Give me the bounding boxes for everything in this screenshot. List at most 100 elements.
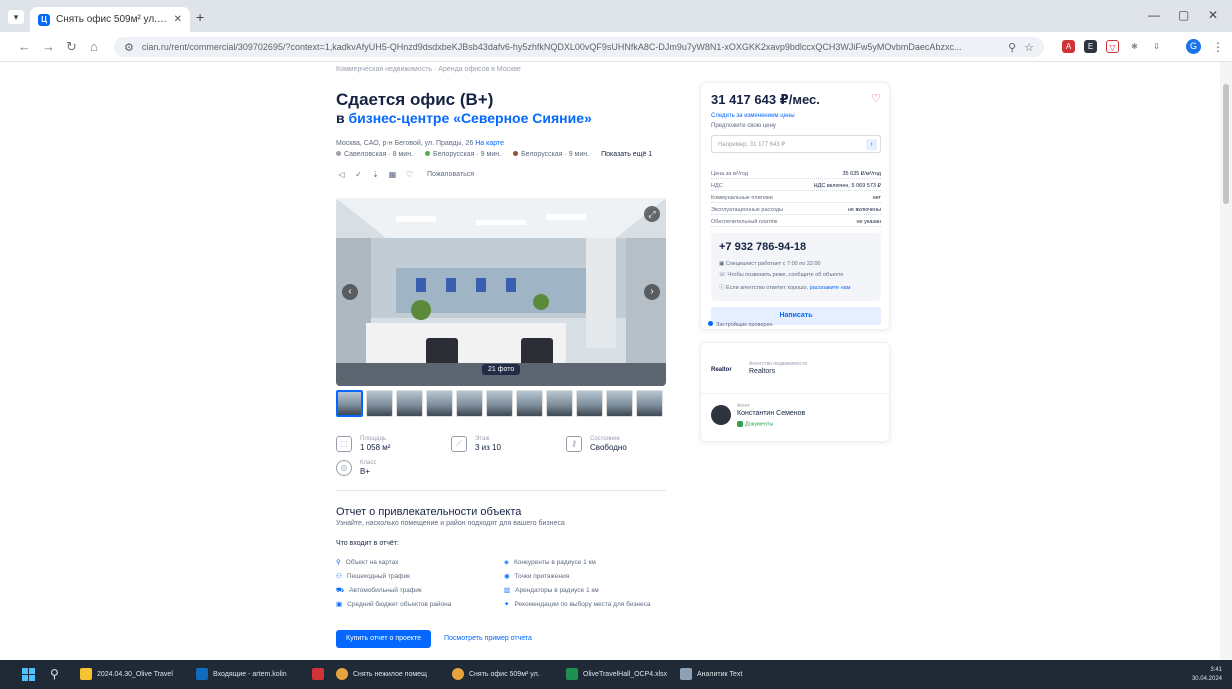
back-icon[interactable]: ← xyxy=(18,39,31,54)
close-window-icon[interactable]: ✕ xyxy=(1208,8,1218,22)
taskbar-item[interactable]: Снять нежилое помещ xyxy=(336,668,427,680)
spec-row: Эксплуатационные расходы не включены xyxy=(711,207,881,215)
title-prefix: в xyxy=(336,110,345,126)
taskbar-item[interactable]: OliveTravelHall_OCP4.xlsx xyxy=(566,668,667,680)
section-divider xyxy=(336,490,666,491)
offer-price-input[interactable]: Например, 31 177 643 ₽ › xyxy=(711,135,881,153)
metro-station[interactable]: Савеловская · 8 мин. xyxy=(336,151,413,158)
param-value: 1 058 м² xyxy=(360,443,391,452)
browser-menu-icon[interactable]: ⋮ xyxy=(1212,40,1224,54)
print-icon[interactable]: ▦ xyxy=(387,169,398,180)
metro-station[interactable]: Белорусская · 9 мин. xyxy=(425,151,501,158)
thumbnail[interactable] xyxy=(486,390,513,417)
taskbar-item[interactable]: 2024.04.30_Olive Travel xyxy=(80,668,173,680)
taskbar-item[interactable]: Снять офис 509м² ул. xyxy=(452,668,540,680)
thumbnail[interactable] xyxy=(396,390,423,417)
competitors-icon: ◈ xyxy=(504,559,509,566)
gallery-next-icon[interactable]: › xyxy=(644,284,660,300)
report-includes-label: Что входит в отчёт: xyxy=(336,540,399,547)
key-icon: ⚷ xyxy=(566,436,582,452)
gallery-prev-icon[interactable]: ‹ xyxy=(342,284,358,300)
show-more-metro[interactable]: Показать ещё 1 xyxy=(601,151,652,158)
thumbnail[interactable] xyxy=(366,390,393,417)
offer-label: Предложите свою цену xyxy=(711,123,776,129)
agency-name[interactable]: Realtors xyxy=(749,368,775,375)
agency-logo[interactable]: Realtor xyxy=(711,367,732,373)
param-label: Этаж xyxy=(475,436,490,442)
home-icon[interactable]: ⌂ xyxy=(90,39,98,54)
tab-search-icon[interactable]: ▾ xyxy=(8,10,24,24)
send-offer-icon[interactable]: › xyxy=(866,139,877,150)
maximize-icon[interactable]: ▢ xyxy=(1178,8,1189,22)
downloads-icon[interactable]: ⇩ xyxy=(1150,40,1163,53)
minimize-icon[interactable]: — xyxy=(1148,8,1160,22)
excel-icon xyxy=(566,668,578,680)
page-scrollbar[interactable] xyxy=(1220,62,1232,660)
download-icon[interactable]: ⇣ xyxy=(370,169,381,180)
breadcrumb[interactable]: Коммерческая недвижимость · Аренда офисо… xyxy=(336,66,521,73)
thumbnail[interactable] xyxy=(516,390,543,417)
reload-icon[interactable]: ↻ xyxy=(66,39,77,55)
map-link[interactable]: На карте xyxy=(475,140,504,147)
buy-report-button[interactable]: Купить отчет о проекте xyxy=(336,630,431,648)
system-clock[interactable]: 3:41 30.04.2024 xyxy=(1192,666,1222,684)
chrome-icon xyxy=(452,668,464,680)
business-center-link[interactable]: бизнес-центре «Северное Сияние» xyxy=(349,110,592,126)
tab-close-icon[interactable]: ✕ xyxy=(174,14,182,25)
tell-us-link[interactable]: расскажите нам xyxy=(810,285,851,291)
photo-count-badge[interactable]: 21 фото xyxy=(482,364,521,375)
area-icon: ⬚ xyxy=(336,436,352,452)
compare-icon[interactable]: ✓ xyxy=(353,169,364,180)
param-label: Состояние xyxy=(590,436,620,442)
complain-link[interactable]: Пожаловаться xyxy=(427,171,474,178)
thumbnail[interactable] xyxy=(546,390,573,417)
taskbar-search-icon[interactable]: ⚲ xyxy=(50,667,59,681)
scrollbar-thumb[interactable] xyxy=(1223,84,1229,204)
share-icon[interactable]: ◁ xyxy=(336,169,347,180)
site-info-icon[interactable]: ⚙ xyxy=(124,41,134,54)
taskbar-item[interactable] xyxy=(312,668,329,680)
gallery-expand-icon[interactable]: ⤢ xyxy=(644,206,660,222)
thumbnail[interactable] xyxy=(336,390,363,417)
pocket-icon[interactable]: ▽ xyxy=(1106,40,1119,53)
thumbnail[interactable] xyxy=(456,390,483,417)
thumbnail[interactable] xyxy=(636,390,663,417)
bookmark-star-icon[interactable]: ☆ xyxy=(1024,41,1034,54)
building-icon: ▥ xyxy=(504,587,511,594)
favorite-heart-icon[interactable]: ♡ xyxy=(871,92,881,105)
extension-icon[interactable]: A xyxy=(1062,40,1075,53)
thumbnail[interactable] xyxy=(606,390,633,417)
param-status: ⚷ Состояние Свободно xyxy=(566,436,627,452)
param-class: ◎ Класс B+ xyxy=(336,460,376,476)
browser-tab[interactable]: Ц Снять офис 509м² ул. Правд... ✕ xyxy=(30,7,190,32)
thumbnail[interactable] xyxy=(576,390,603,417)
status-badge: Документы xyxy=(737,421,773,427)
folder-icon xyxy=(80,668,92,680)
extension-icon[interactable]: E xyxy=(1084,40,1097,53)
page-subtitle: в бизнес-центре «Северное Сияние» xyxy=(336,110,592,126)
stairs-icon: ⟋ xyxy=(451,436,467,452)
new-tab-icon[interactable]: + xyxy=(196,9,204,25)
taskbar-item[interactable]: Аналитик Text xyxy=(680,668,742,680)
windows-start-icon[interactable] xyxy=(22,668,35,681)
taskbar-item[interactable]: Входящие - artem.kolin xyxy=(196,668,287,680)
zoom-icon[interactable]: ⚲ xyxy=(1008,41,1016,54)
agent-name[interactable]: Константин Семенов xyxy=(737,410,805,417)
site-favicon-icon: Ц xyxy=(38,13,50,26)
avatar[interactable] xyxy=(711,405,731,425)
forward-icon[interactable]: → xyxy=(42,39,55,54)
url-field[interactable]: ⚙ cian.ru/rent/commercial/309702695/?con… xyxy=(114,37,1044,57)
address-bar: ← → ↻ ⌂ ⚙ cian.ru/rent/commercial/309702… xyxy=(0,32,1232,62)
metro-station[interactable]: Белорусская · 9 мин. xyxy=(513,151,589,158)
page-content: Коммерческая недвижимость · Аренда офисо… xyxy=(0,62,1232,660)
report-example-link[interactable]: Посмотреть пример отчета xyxy=(444,635,532,642)
profile-avatar[interactable]: G xyxy=(1186,39,1201,54)
extension-puzzle-icon[interactable]: ✱ xyxy=(1128,40,1141,53)
price-tracking-link[interactable]: Следить за изменением цены xyxy=(711,113,795,119)
list-item: ◉ Точки притяжения xyxy=(504,573,570,580)
favorite-icon[interactable]: ♡ xyxy=(404,169,415,180)
phone-number[interactable]: +7 932 786-94-18 xyxy=(719,241,806,253)
list-item: ⚇ Пешеходный трафик xyxy=(336,573,410,580)
photo-gallery[interactable]: ‹ › ⤢ 21 фото xyxy=(336,198,666,386)
thumbnail[interactable] xyxy=(426,390,453,417)
